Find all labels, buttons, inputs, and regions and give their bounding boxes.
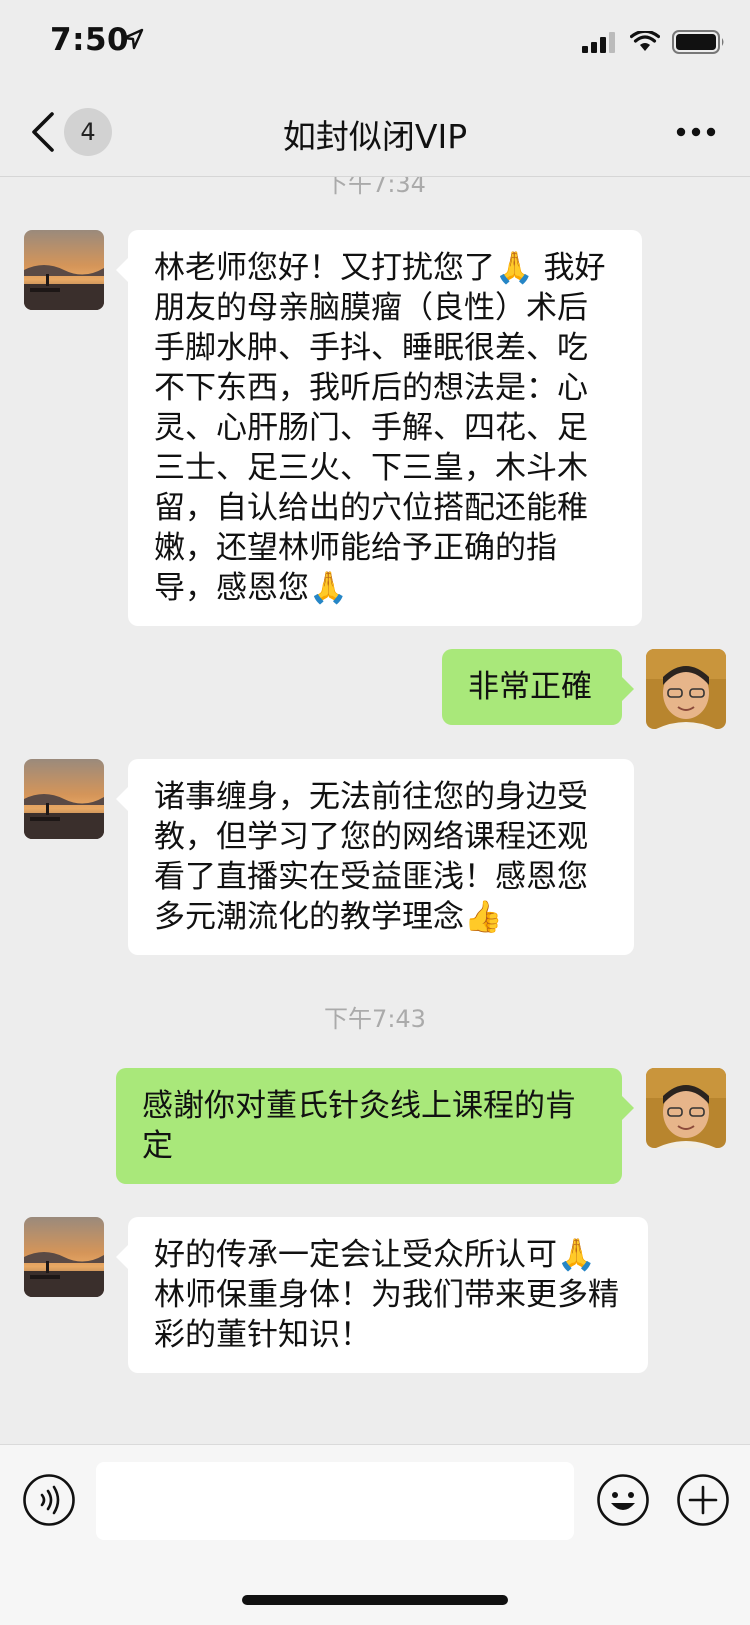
- message-timestamp: 下午7:43: [324, 1005, 426, 1033]
- outgoing-message[interactable]: 非常正確: [442, 649, 634, 725]
- emoji-icon[interactable]: [596, 1473, 650, 1527]
- home-indicator[interactable]: [242, 1595, 508, 1605]
- wifi-icon: [630, 31, 660, 51]
- status-indicators: [582, 30, 726, 54]
- incoming-message[interactable]: 诸事缠身，无法前往您的身边受教，但学习了您的网络课程还观看了直播实在受益匪浅！感…: [116, 759, 634, 955]
- contact-avatar[interactable]: [24, 1217, 104, 1297]
- incoming-message[interactable]: 林老师您好！又打扰您了🙏 我好朋友的母亲脑膜瘤（良性）术后 手脚水肿、手抖、睡眠…: [116, 230, 642, 626]
- user-avatar[interactable]: [646, 1068, 726, 1148]
- message-text-field[interactable]: [96, 1462, 574, 1540]
- more-dots-icon[interactable]: [676, 126, 716, 138]
- message-timestamp: 下午7:34: [324, 177, 426, 198]
- location-arrow-icon: [122, 28, 144, 50]
- contact-avatar[interactable]: [24, 230, 104, 310]
- outgoing-message[interactable]: 感謝你对董氏针灸线上课程的肯定: [116, 1068, 634, 1184]
- message-list[interactable]: 下午7:34 林老师您好！又打扰您了🙏 我好朋友的母亲脑膜瘤（良性）术后 手脚水…: [0, 177, 750, 1444]
- cellular-signal-icon: [582, 32, 615, 53]
- chat-title: 如封似闭VIP: [282, 117, 468, 156]
- voice-input-icon[interactable]: [22, 1473, 76, 1527]
- status-time: 7:50: [50, 22, 130, 58]
- battery-icon: [672, 30, 724, 54]
- user-avatar[interactable]: [646, 649, 726, 729]
- incoming-message[interactable]: 好的传承一定会让受众所认可🙏 林师保重身体！为我们带来更多精彩的董针知识！: [116, 1217, 648, 1373]
- message-input-bar: [0, 1444, 750, 1625]
- status-bar: 7:50: [0, 0, 750, 88]
- chat-header: 4 如封似闭VIP: [0, 88, 750, 177]
- contact-avatar[interactable]: [24, 759, 104, 839]
- plus-icon[interactable]: [676, 1473, 730, 1527]
